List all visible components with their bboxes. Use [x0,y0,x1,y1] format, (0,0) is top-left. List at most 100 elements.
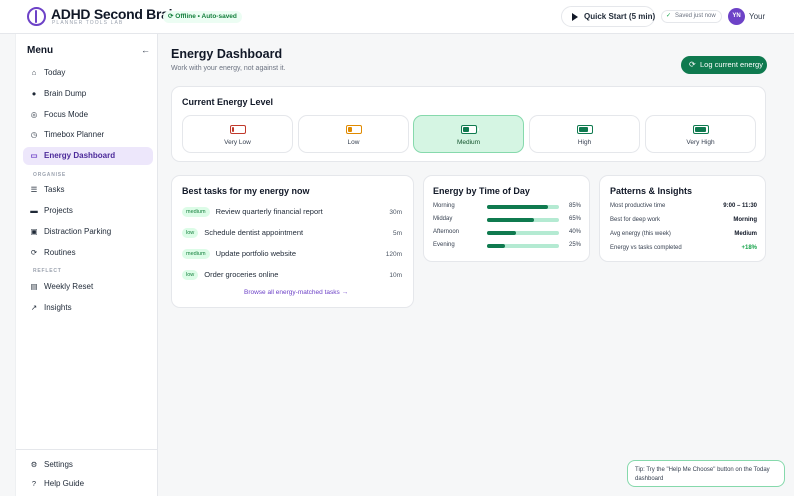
battery-icon [577,125,595,134]
arrow-right-icon: → [341,289,349,296]
battery-icon: ▭ [30,151,38,160]
energy-level-label: Low [347,139,360,146]
energy-bar-fill [487,244,505,248]
card-title: Current Energy Level [182,97,274,107]
energy-bar-fill [487,231,516,235]
page-title: Energy Dashboard [171,47,283,61]
sidebar-item-label: Energy Dashboard [44,151,116,160]
refresh-icon: ⟳ [689,60,696,69]
sidebar-item-today[interactable]: ⌂ Today [23,64,153,82]
repeat-icon: ⟳ [30,248,38,257]
battery-icon [461,125,479,134]
log-energy-button[interactable]: ⟳ Log current energy [681,56,767,74]
battery-icon [230,125,248,134]
energy-level-option[interactable]: Very Low [182,115,293,153]
patterns-insights-card: Patterns & Insights Most productive time… [599,175,766,262]
sidebar-item-projects[interactable]: ▬ Projects [23,202,153,220]
offline-status-badge: ⟳ Offline • Auto-saved [163,11,242,23]
task-row[interactable]: medium Update portfolio website 120m [182,249,402,263]
browse-tasks-link[interactable]: Browse all energy-matched tasks → [244,289,348,296]
sidebar-item-distraction-parking[interactable]: ▣ Distraction Parking [23,223,153,241]
task-row[interactable]: low Schedule dentist appointment 5m [182,228,402,242]
sidebar-item-energy-dashboard[interactable]: ▭ Energy Dashboard [23,147,153,165]
time-label: Midday [433,216,453,222]
note-icon: ▣ [30,227,38,236]
avatar[interactable]: YN [728,8,745,25]
card-title: Best tasks for my energy now [182,186,310,196]
energy-tag: low [182,228,199,239]
pattern-label: Best for deep work [610,217,661,223]
play-icon [572,13,578,21]
gear-icon: ⚙ [30,460,38,469]
sidebar-item-label: Settings [44,460,73,469]
pattern-row: Best for deep work Morning [610,217,757,223]
time-of-day-row: Evening 25% [433,242,581,252]
sidebar-item-tasks[interactable]: ☰ Tasks [23,181,153,199]
energy-level-option[interactable]: Low [298,115,409,153]
sidebar-item-timebox-planner[interactable]: ◷ Timebox Planner [23,126,153,144]
target-icon: ◎ [30,110,38,119]
sidebar-item-label: Focus Mode [44,110,89,119]
task-row[interactable]: medium Review quarterly financial report 3… [182,207,402,221]
task-row[interactable]: low Order groceries online 10m [182,270,402,284]
quick-start-button[interactable]: Quick Start (5 min) [561,6,655,27]
quick-start-label: Quick Start (5 min) [584,12,656,21]
energy-by-time-card: Energy by Time of Day Morning 85% Midday 65… [423,175,590,262]
pattern-row: Avg energy (this week) Medium [610,231,757,237]
saved-status-text: Saved just now [675,13,716,19]
app-logo-icon [27,7,46,26]
sidebar-item-settings[interactable]: ⚙ Settings [23,456,153,474]
energy-percent: 40% [568,229,581,235]
sidebar-item-routines[interactable]: ⟳ Routines [23,244,153,262]
chart-icon: ↗ [30,303,38,312]
energy-bar-track [487,244,559,248]
user-label[interactable]: Your [749,12,765,21]
task-duration: 10m [389,272,402,279]
energy-tag: medium [182,249,210,260]
task-name: Order groceries online [204,270,279,279]
energy-level-option[interactable]: High [529,115,640,153]
help-icon: ? [31,479,37,488]
energy-level-option[interactable]: Medium [413,115,524,153]
top-bar: ADHD Second Brain PLANNER TOOLS LAB ⟳ Of… [0,0,794,34]
pattern-label: Energy vs tasks completed [610,245,682,251]
battery-fill [348,127,352,132]
energy-bar-fill [487,205,549,209]
energy-level-label: High [577,139,592,146]
energy-percent: 65% [568,216,581,222]
log-energy-label: Log current energy [700,60,763,69]
task-duration: 120m [385,251,402,258]
time-label: Afternoon [433,229,460,235]
sidebar-item-label: Today [44,68,66,77]
pattern-value: Morning [733,217,757,223]
calendar-icon: ▤ [30,282,38,291]
time-of-day-row: Morning 85% [433,203,581,213]
lightbulb-icon: ● [31,89,37,98]
sidebar-item-weekly-reset[interactable]: ▤ Weekly Reset [23,278,153,296]
sidebar-item-label: Brain Dump [44,89,87,98]
home-icon: ⌂ [31,68,37,77]
pattern-label: Avg energy (this week) [610,231,671,237]
pattern-row: Most productive time 9:00 – 11:30 [610,203,757,209]
sidebar-item-help-guide[interactable]: ? Help Guide [23,475,153,493]
pattern-value: +18% [741,245,757,251]
sidebar-item-label: Tasks [44,185,65,194]
section-label-reflect: REFLECT [33,268,62,274]
sidebar-item-label: Insights [44,303,72,312]
sidebar-item-focus-mode[interactable]: ◎ Focus Mode [23,106,153,124]
energy-level-label: Very Low [224,139,251,146]
sidebar-item-label: Timebox Planner [44,130,105,139]
battery-fill [232,127,234,132]
task-name: Schedule dentist appointment [204,228,304,237]
energy-level-option[interactable]: Very High [645,115,756,153]
collapse-sidebar-icon[interactable]: ← [141,45,150,55]
sidebar-item-brain-dump[interactable]: ● Brain Dump [23,85,153,103]
energy-bar-track [487,205,559,209]
sidebar-item-label: Weekly Reset [44,282,94,291]
energy-level-label: Very High [686,139,715,146]
time-of-day-row: Afternoon 40% [433,229,581,239]
list-icon: ☰ [30,185,38,194]
task-name: Update portfolio website [215,249,297,258]
energy-percent: 85% [568,203,581,209]
sidebar-item-insights[interactable]: ↗ Insights [23,299,153,317]
